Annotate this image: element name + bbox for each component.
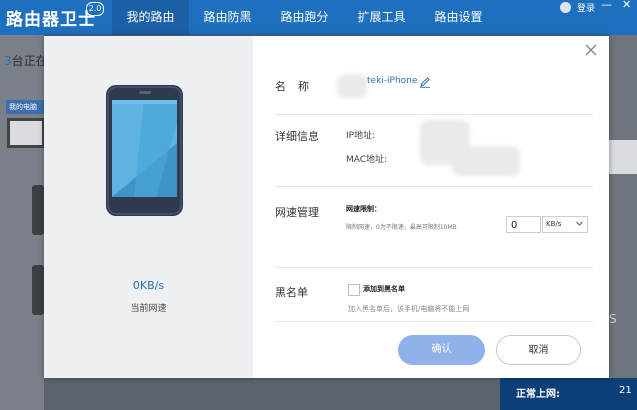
window-close-button[interactable]: ✕ [622, 0, 631, 11]
device-count: 3台正在 [4, 52, 48, 69]
phone-icon [32, 185, 44, 235]
avatar-icon [560, 1, 571, 13]
phone-icon [106, 85, 183, 216]
status-bar: 正常上网: 21 [500, 378, 637, 410]
login-label: 登录 [577, 3, 596, 14]
blacklist-checkbox-label[interactable]: 添加到黑名单 [363, 284, 405, 294]
tab-router-defense[interactable]: 路由防黑 [189, 0, 266, 35]
blacklist-description: 加入黑名单后，该手机/电脑将不能上网 [348, 305, 470, 313]
tab-router-settings[interactable]: 路由设置 [420, 0, 497, 35]
speed-management-label: 网速管理 [275, 206, 319, 219]
login-link[interactable]: 登录 [560, 0, 595, 14]
confirm-button[interactable]: 确认 [398, 335, 485, 365]
blacklist-label: 黑名单 [275, 286, 308, 299]
device-preview-panel: 0KB/s 当前网速 [44, 36, 253, 378]
blacklist-checkbox[interactable] [348, 284, 360, 296]
minimize-button[interactable]: — [601, 0, 612, 11]
speed-unit-value: KB/s [546, 220, 562, 228]
close-icon[interactable] [584, 43, 598, 57]
tab-extension-tools[interactable]: 扩展工具 [343, 0, 420, 35]
cancel-button[interactable]: 取消 [496, 335, 581, 365]
speed-unit-select[interactable]: KB/s [542, 216, 588, 233]
device-count-number: 3 [4, 54, 12, 68]
tab-router-benchmark[interactable]: 路由跑分 [266, 0, 343, 35]
speed-limit-title: 网速限制： [346, 205, 381, 213]
ip-address-label: IP地址: [346, 131, 376, 141]
status-online-count: 21 [619, 385, 632, 396]
divider [275, 186, 593, 187]
phone-icon [32, 265, 44, 315]
device-name-value: teki-iPhone [367, 76, 418, 86]
main-nav: 我的路由 路由防黑 路由跑分 扩展工具 路由设置 [112, 0, 497, 35]
my-pc-label: 我的电脑 [6, 100, 49, 114]
mac-address-label: MAC地址: [346, 155, 388, 165]
name-label: 名称 [275, 80, 321, 93]
background-text: S [609, 312, 617, 326]
current-speed-caption: 当前网速 [130, 304, 167, 314]
current-speed-value: 0KB/s [132, 279, 165, 292]
title-bar: 路由器卫士 2.0 我的路由 路由防黑 路由跑分 扩展工具 路由设置 登录 — … [0, 0, 637, 35]
monitor-icon [7, 118, 45, 148]
speed-limit-description: 限制网速，0为不限速，最高可限制10MB [346, 224, 457, 231]
divider [275, 267, 593, 268]
divider [275, 321, 593, 322]
tab-my-router[interactable]: 我的路由 [112, 0, 189, 35]
edit-icon[interactable] [419, 76, 431, 88]
detail-info-label: 详细信息 [275, 130, 319, 143]
app-title: 路由器卫士 [6, 10, 96, 30]
chevron-down-icon [576, 221, 583, 226]
device-count-text: 台正在 [11, 54, 48, 68]
divider [275, 114, 593, 115]
router-icon [609, 140, 637, 174]
redacted-blur [452, 146, 520, 176]
device-detail-dialog: 0KB/s 当前网速 名称 teki-iPhone 详细信息 IP地址: MAC… [44, 36, 609, 378]
status-online-label: 正常上网: [516, 389, 560, 400]
redacted-blur [337, 74, 367, 98]
speed-limit-input[interactable]: 0 [506, 216, 541, 233]
background-router-panel [609, 35, 637, 410]
version-badge: 2.0 [86, 2, 104, 16]
